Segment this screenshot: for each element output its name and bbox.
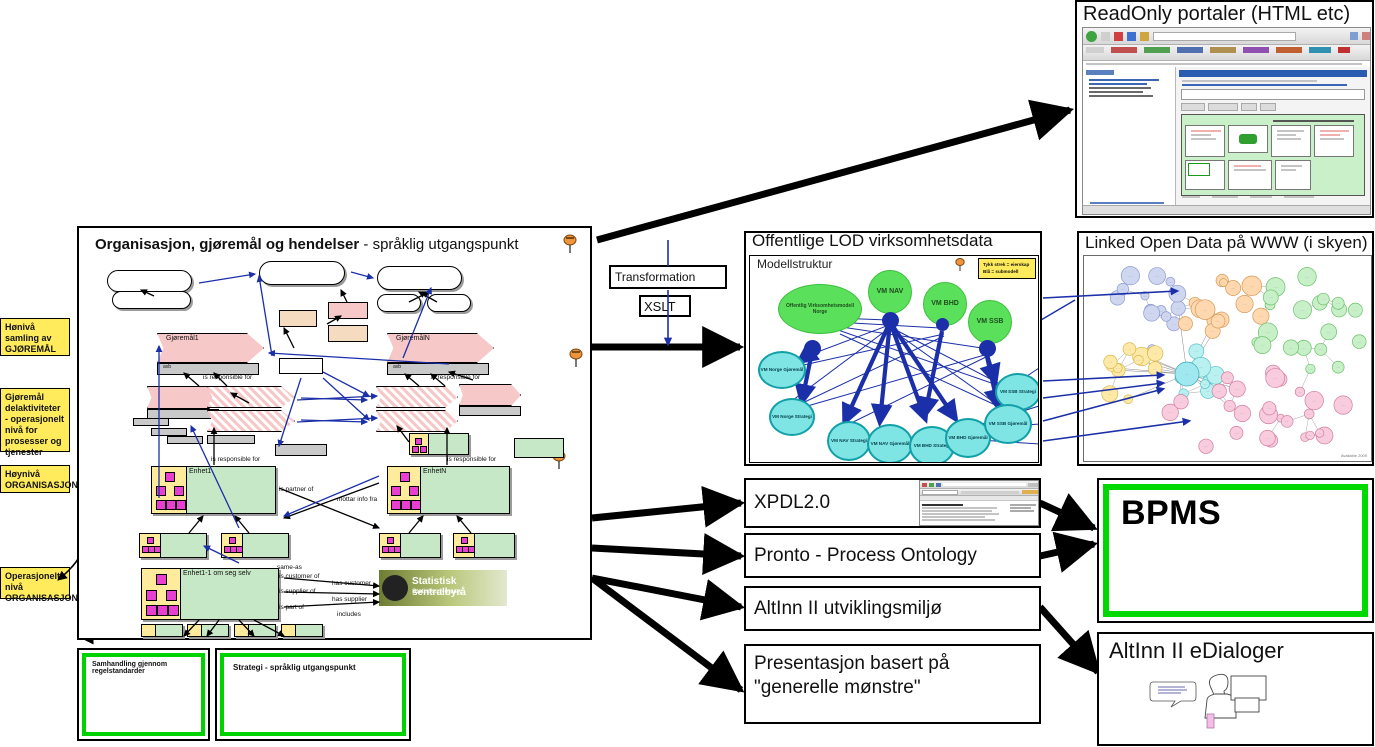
flowbox-altinn-utviklingsmiljo[interactable]: AltInn II utviklingsmiljø — [744, 586, 1041, 631]
bottom-box-samhandling-inner: Samhandling gjennom regelstandarder — [82, 653, 205, 736]
lod-hub-2 — [882, 312, 899, 329]
flowbox-xpdl-label: XPDL2.0 — [754, 492, 831, 513]
lod-model-area: Modellstruktur Tykk strek = eierskap Blå… — [749, 255, 1039, 463]
bpms-box[interactable]: BPMS — [1097, 478, 1374, 623]
bottom-box-samhandling[interactable]: Samhandling gjennom regelstandarder — [77, 648, 210, 741]
altinn-edialoger-title: AltInn II eDialoger — [1109, 638, 1284, 663]
altinn-edialoger-box[interactable]: AltInn II eDialoger — [1097, 632, 1374, 746]
panel-offentlige-lod[interactable]: Offentlige LOD virksomhetsdata Modellstr… — [744, 231, 1042, 466]
bottom-box-strategi-caption: Strategi - språklig utgangspunkt — [233, 663, 356, 672]
lod-www-incoming-arrows — [1042, 287, 1192, 442]
panel-readonly-portaler[interactable]: ReadOnly portaler (HTML etc) — [1075, 0, 1374, 218]
main-model-canvas[interactable]: Organisasjon, gjøremål og hendelser - sp… — [77, 226, 592, 640]
panel-lod-www[interactable]: Linked Open Data på WWW (i skyen) ····· ·… — [1042, 231, 1374, 466]
bottom-box-strategi[interactable]: Strategi - språklig utgangspunkt — [215, 648, 411, 741]
bottom-box-strategi-inner: Strategi - språklig utgangspunkt — [220, 653, 406, 736]
arrow-altinndev-to-edialoger — [1037, 604, 1101, 676]
flowbox-altinn-label: AltInn II utviklingsmiljø — [754, 597, 942, 619]
lod-node-vm-nav[interactable]: VM NAV — [868, 270, 912, 314]
lod-node-vm-ssb-gjoremal[interactable]: VM SSB Gjøremål — [984, 404, 1032, 444]
arrow-pronto-to-bpms — [1039, 531, 1099, 573]
browser-thumbnail-readonly — [1082, 27, 1371, 215]
lod-hub-3 — [936, 318, 949, 331]
panel-readonly-portaler-title: ReadOnly portaler (HTML etc) — [1083, 3, 1351, 25]
lod-node-vm-norge-strategi[interactable]: VM Norge Strategi — [769, 398, 815, 436]
xpdl-thumbnail — [919, 480, 1039, 526]
lod-node-vm-ssb[interactable]: VM SSB — [968, 300, 1012, 344]
flowbox-pronto[interactable]: Pronto - Process Ontology — [744, 533, 1041, 578]
flowbox-presentasjon-line1: Presentasjon basert på — [754, 653, 950, 674]
lod-hub-4 — [979, 340, 996, 357]
panel-offentlige-lod-title: Offentlige LOD virksomhetsdata — [752, 231, 993, 250]
bottom-box-samhandling-caption: Samhandling gjennom regelstandarder — [92, 661, 168, 675]
edialoger-sketch-icon — [1149, 673, 1267, 729]
lod-node-vm-nav-strategi[interactable]: VM NAV Strategi — [827, 421, 871, 461]
arrow-canvas-to-xpdl — [591, 485, 746, 528]
lod-node-vm-norge-gjoremal[interactable]: VM Norge Gjøremål — [758, 351, 806, 389]
canvas-connector-layer — [139, 271, 474, 637]
flowbox-pronto-label: Pronto - Process Ontology — [754, 544, 977, 566]
arrow-canvas-to-readonly — [596, 99, 1075, 244]
bpms-inner: BPMS — [1103, 484, 1368, 617]
arrow-canvas-to-pronto — [591, 533, 746, 575]
flowbox-presentasjon-line2: "generelle mønstre" — [754, 677, 921, 698]
bpms-title: BPMS — [1121, 494, 1222, 532]
flowbox-xpdl[interactable]: XPDL2.0 — [744, 478, 1041, 528]
arrow-lod-to-www-1 — [1040, 299, 1076, 321]
flowbox-presentasjon[interactable]: Presentasjon basert på "generelle mønstr… — [744, 644, 1041, 724]
lod-node-offentlig-virksomhetsmodell-norge[interactable]: Offentlig Virksomhetsmodell Norge — [778, 284, 862, 334]
arrow-xpdl-to-bpms — [1038, 493, 1098, 532]
lod-node-vm-nav-gjoremal[interactable]: VM NAV Gjøremål — [867, 424, 913, 462]
lod-hub-1 — [804, 340, 821, 357]
transformation-connector — [663, 240, 673, 347]
